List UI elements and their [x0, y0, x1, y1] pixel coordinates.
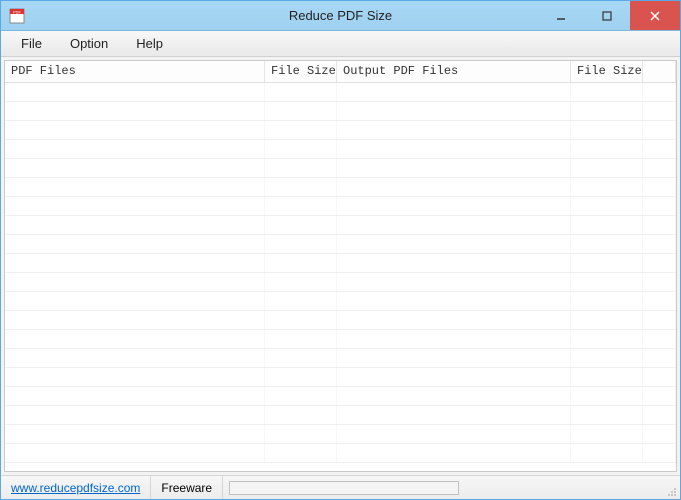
window-controls — [538, 1, 680, 30]
titlebar[interactable]: PDF Reduce PDF Size — [1, 1, 680, 31]
col-output-file-size[interactable]: File Size — [571, 61, 643, 82]
content-area: PDF Files File Size Output PDF Files Fil… — [1, 57, 680, 475]
table-body[interactable] — [5, 83, 676, 463]
menu-option[interactable]: Option — [56, 33, 122, 54]
col-spacer — [643, 61, 676, 82]
table-row[interactable] — [5, 406, 676, 425]
progress-bar — [229, 481, 459, 495]
col-output-pdf-files[interactable]: Output PDF Files — [337, 61, 571, 82]
table-header: PDF Files File Size Output PDF Files Fil… — [5, 61, 676, 83]
table-row[interactable] — [5, 292, 676, 311]
menu-file[interactable]: File — [7, 33, 56, 54]
statusbar: www.reducepdfsize.com Freeware — [1, 475, 680, 499]
table-row[interactable] — [5, 140, 676, 159]
col-pdf-files[interactable]: PDF Files — [5, 61, 265, 82]
status-license: Freeware — [151, 476, 223, 499]
table-row[interactable] — [5, 387, 676, 406]
minimize-button[interactable] — [538, 1, 584, 30]
file-table[interactable]: PDF Files File Size Output PDF Files Fil… — [4, 60, 677, 472]
table-row[interactable] — [5, 83, 676, 102]
menu-help[interactable]: Help — [122, 33, 177, 54]
table-row[interactable] — [5, 159, 676, 178]
table-row[interactable] — [5, 216, 676, 235]
col-file-size[interactable]: File Size — [265, 61, 337, 82]
table-row[interactable] — [5, 102, 676, 121]
table-row[interactable] — [5, 368, 676, 387]
table-row[interactable] — [5, 330, 676, 349]
table-row[interactable] — [5, 254, 676, 273]
app-window: PDF Reduce PDF Size File Option Help PDF… — [0, 0, 681, 500]
table-row[interactable] — [5, 273, 676, 292]
status-link-cell: www.reducepdfsize.com — [1, 476, 151, 499]
table-row[interactable] — [5, 425, 676, 444]
table-row[interactable] — [5, 311, 676, 330]
table-row[interactable] — [5, 444, 676, 463]
table-row[interactable] — [5, 178, 676, 197]
table-row[interactable] — [5, 349, 676, 368]
close-button[interactable] — [630, 1, 680, 30]
svg-text:PDF: PDF — [13, 9, 22, 14]
app-pdf-icon: PDF — [9, 8, 25, 24]
table-row[interactable] — [5, 121, 676, 140]
menubar: File Option Help — [1, 31, 680, 57]
table-row[interactable] — [5, 197, 676, 216]
table-row[interactable] — [5, 235, 676, 254]
website-link[interactable]: www.reducepdfsize.com — [11, 481, 140, 495]
resize-grip-icon[interactable] — [662, 476, 680, 499]
maximize-button[interactable] — [584, 1, 630, 30]
